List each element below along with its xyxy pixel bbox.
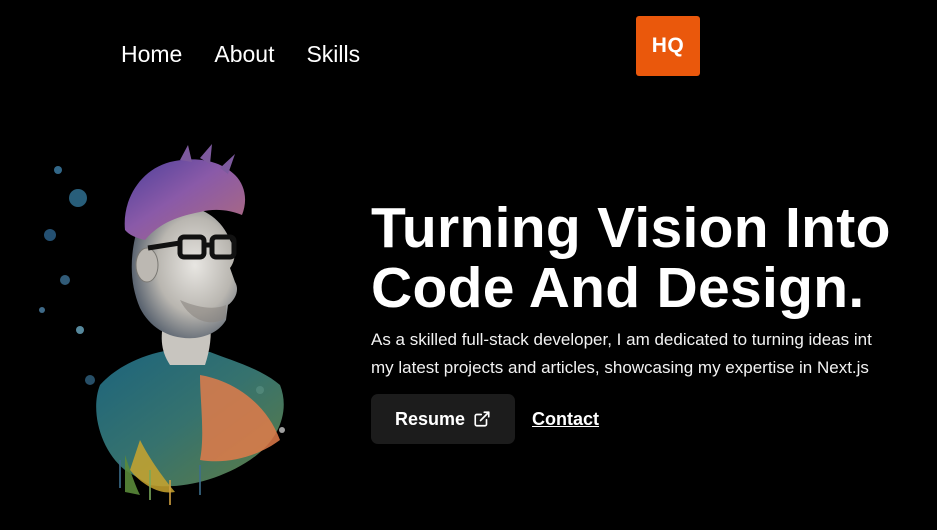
intro-line-2: my latest projects and articles, showcas…	[371, 358, 869, 377]
external-link-icon	[474, 411, 490, 427]
nav-link-home[interactable]: Home	[121, 38, 182, 70]
logo-hq[interactable]: HQ	[636, 16, 700, 76]
hero-section: Turning Vision Into Code And Design. As …	[371, 198, 937, 444]
headline-line-1: Turning Vision Into	[371, 196, 891, 260]
intro-line-1: As a skilled full-stack developer, I am …	[371, 330, 872, 349]
nav-link-about[interactable]: About	[214, 38, 274, 70]
page: Home About Skills HQ Turning Vision Into…	[0, 0, 937, 530]
hero-actions: Resume Contact	[371, 394, 937, 444]
contact-link[interactable]: Contact	[532, 409, 599, 430]
resume-button-label: Resume	[395, 408, 466, 429]
hero-headline: Turning Vision Into Code And Design.	[371, 198, 937, 318]
main-nav: Home About Skills	[121, 38, 360, 70]
headline-line-2: Code And Design.	[371, 256, 865, 320]
nav-link-skills[interactable]: Skills	[306, 38, 360, 70]
portrait-illustration	[39, 144, 285, 505]
hero-intro: As a skilled full-stack developer, I am …	[371, 326, 937, 382]
resume-button[interactable]: Resume	[371, 394, 516, 444]
